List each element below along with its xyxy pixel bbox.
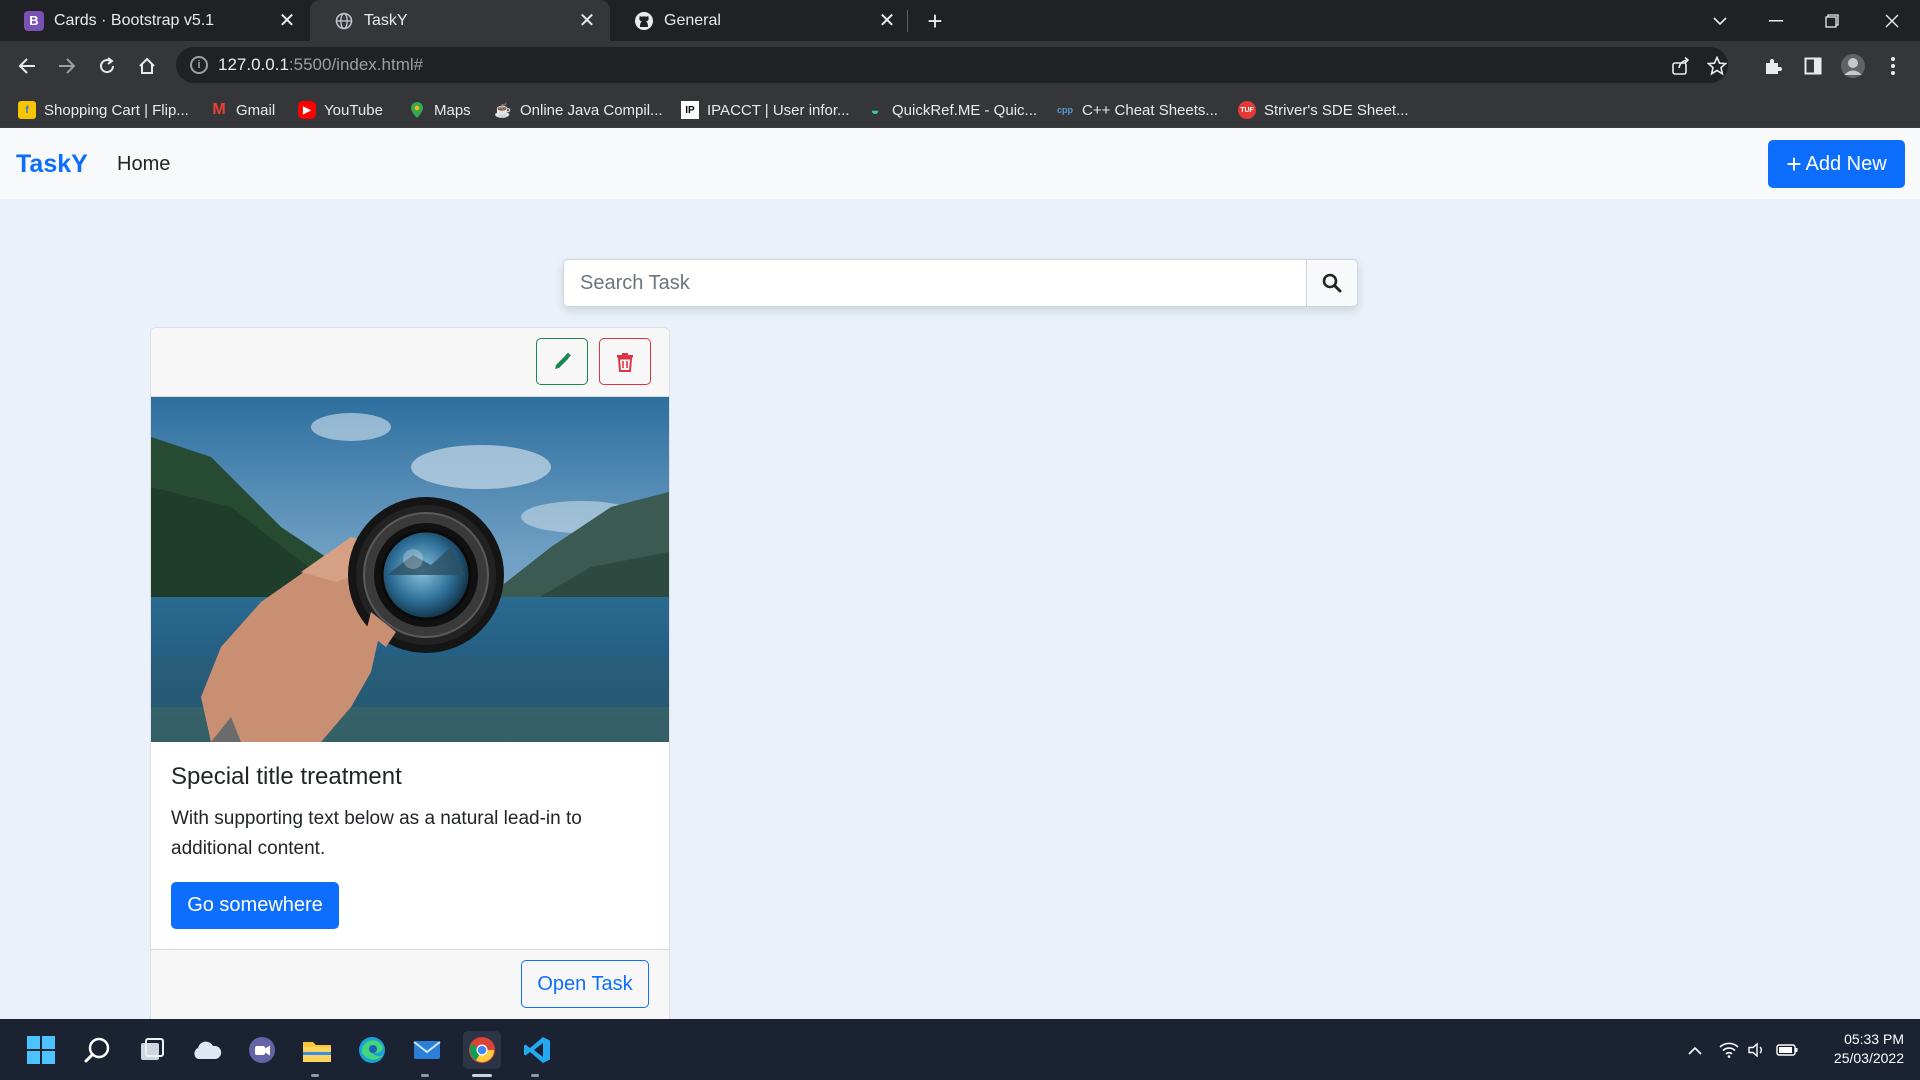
bookmark-flipkart[interactable]: f Shopping Cart | Flip... bbox=[18, 99, 189, 121]
windows-taskbar: 05:33 PM 25/03/2022 bbox=[0, 1019, 1920, 1080]
teams-chat-icon[interactable] bbox=[243, 1031, 281, 1069]
bookmark-ipacct[interactable]: IP IPACCT | User infor... bbox=[681, 99, 850, 121]
trash-icon bbox=[617, 352, 633, 372]
tuf-icon: TUF bbox=[1238, 101, 1256, 119]
reload-icon[interactable] bbox=[90, 49, 124, 83]
vscode-icon[interactable] bbox=[518, 1031, 556, 1069]
card-header bbox=[151, 328, 669, 397]
tab-title: Cards · Bootstrap v5.1 bbox=[54, 11, 215, 29]
tab-title: TaskY bbox=[364, 11, 408, 29]
new-tab-button[interactable]: + bbox=[920, 6, 950, 36]
edit-task-button[interactable] bbox=[536, 338, 588, 385]
app-navbar: TaskY Home + Add New bbox=[0, 128, 1920, 199]
url-text: 127.0.0.1:5500/index.html# bbox=[218, 55, 424, 74]
maps-icon bbox=[408, 101, 426, 119]
quickref-icon: ◒ bbox=[870, 101, 880, 119]
nav-home-link[interactable]: Home bbox=[117, 153, 170, 176]
search-icon bbox=[1322, 273, 1342, 293]
edge-icon[interactable] bbox=[353, 1031, 391, 1069]
open-task-button[interactable]: Open Task bbox=[521, 960, 649, 1008]
bookmark-java-compiler[interactable]: ☕ Online Java Compil... bbox=[494, 99, 662, 121]
close-tab-icon[interactable]: ✕ bbox=[874, 8, 900, 34]
bookmark-striver-sde[interactable]: TUF Striver's SDE Sheet... bbox=[1238, 99, 1409, 121]
bookmark-gmail[interactable]: M Gmail bbox=[210, 99, 275, 121]
task-view-icon[interactable] bbox=[133, 1031, 171, 1069]
tab-title: General bbox=[664, 11, 721, 29]
chrome-menu-icon[interactable] bbox=[1880, 53, 1906, 79]
forward-icon[interactable] bbox=[50, 49, 84, 83]
running-indicator bbox=[421, 1074, 429, 1077]
volume-icon[interactable] bbox=[1746, 1039, 1768, 1061]
pencil-icon bbox=[555, 352, 571, 369]
windows-start-icon[interactable] bbox=[22, 1031, 60, 1069]
chrome-icon[interactable] bbox=[463, 1031, 501, 1069]
close-window-icon[interactable] bbox=[1864, 0, 1920, 41]
extensions-icon[interactable] bbox=[1760, 53, 1786, 79]
tab-bootstrap-cards[interactable]: B Cards · Bootstrap v5.1 ✕ bbox=[0, 0, 310, 41]
page-viewport: TaskY Home + Add New Search Task Special… bbox=[0, 128, 1920, 1019]
clock-time: 05:33 PM bbox=[1844, 1031, 1904, 1047]
youtube-icon: ▶ bbox=[298, 101, 316, 119]
tab-search-chevron-icon[interactable] bbox=[1692, 0, 1748, 41]
profile-avatar[interactable] bbox=[1840, 53, 1866, 79]
search-task-input[interactable] bbox=[564, 260, 1306, 306]
tab-separator bbox=[907, 10, 908, 32]
running-indicator bbox=[311, 1074, 319, 1077]
search-group bbox=[563, 259, 1358, 307]
mail-icon[interactable] bbox=[408, 1031, 446, 1069]
system-clock[interactable]: 05:33 PM 25/03/2022 bbox=[1812, 1030, 1904, 1068]
card-footer: Open Task bbox=[151, 949, 669, 1019]
bookmarks-bar: f Shopping Cart | Flip... M Gmail ▶ YouTube… bbox=[0, 90, 1920, 128]
add-new-button[interactable]: + Add New bbox=[1768, 140, 1905, 188]
ipacct-icon: IP bbox=[681, 101, 699, 119]
onedrive-icon[interactable] bbox=[188, 1031, 226, 1069]
cpp-icon: cpp bbox=[1056, 105, 1073, 115]
back-icon[interactable] bbox=[10, 49, 44, 83]
github-icon bbox=[634, 11, 654, 31]
site-info-icon[interactable]: i bbox=[190, 56, 208, 74]
browser-toolbar: i 127.0.0.1:5500/index.html# bbox=[0, 41, 1920, 90]
bookmark-star-icon[interactable] bbox=[1706, 55, 1728, 77]
gmail-icon: M bbox=[212, 101, 226, 118]
flipkart-icon: f bbox=[18, 101, 36, 119]
card-image bbox=[151, 397, 669, 742]
task-card: Special title treatment With supporting … bbox=[150, 327, 670, 1019]
bookmark-quickref[interactable]: ◒ QuickRef.ME - Quic... bbox=[866, 99, 1037, 121]
brand-logo[interactable]: TaskY bbox=[16, 150, 88, 179]
show-hidden-icons-chevron-icon[interactable] bbox=[1684, 1039, 1706, 1061]
add-new-label: Add New bbox=[1805, 152, 1887, 175]
search-icon[interactable] bbox=[78, 1031, 116, 1069]
go-somewhere-button[interactable]: Go somewhere bbox=[171, 882, 339, 929]
plus-icon: + bbox=[1786, 149, 1802, 179]
running-indicator bbox=[531, 1074, 539, 1077]
address-bar[interactable]: i 127.0.0.1:5500/index.html# bbox=[176, 47, 1728, 83]
java-icon: ☕ bbox=[494, 101, 512, 118]
active-indicator bbox=[472, 1074, 492, 1077]
bookmark-maps[interactable]: Maps bbox=[408, 99, 471, 121]
tab-tasky[interactable]: TaskY ✕ bbox=[310, 0, 610, 41]
camera-lens-landscape-image bbox=[151, 397, 669, 742]
bookmark-cpp-cheatsheets[interactable]: cpp C++ Cheat Sheets... bbox=[1056, 99, 1218, 121]
browser-tab-strip: B Cards · Bootstrap v5.1 ✕ TaskY ✕ Gener… bbox=[0, 0, 1920, 41]
clock-date: 25/03/2022 bbox=[1833, 1050, 1904, 1066]
close-tab-icon[interactable]: ✕ bbox=[274, 8, 300, 34]
home-icon[interactable] bbox=[130, 49, 164, 83]
globe-icon bbox=[334, 11, 354, 31]
tab-general[interactable]: General ✕ bbox=[610, 0, 910, 41]
delete-task-button[interactable] bbox=[599, 338, 651, 385]
battery-icon[interactable] bbox=[1776, 1039, 1798, 1061]
wifi-icon[interactable] bbox=[1718, 1039, 1740, 1061]
restore-window-icon[interactable] bbox=[1804, 0, 1860, 41]
file-explorer-icon[interactable] bbox=[298, 1031, 336, 1069]
card-title: Special title treatment bbox=[171, 763, 402, 790]
card-text: With supporting text below as a natural … bbox=[171, 808, 582, 859]
share-icon[interactable] bbox=[1670, 55, 1692, 77]
close-tab-icon[interactable]: ✕ bbox=[574, 8, 600, 34]
bookmark-youtube[interactable]: ▶ YouTube bbox=[298, 99, 383, 121]
side-panel-icon[interactable] bbox=[1800, 53, 1826, 79]
minimize-window-icon[interactable] bbox=[1748, 0, 1804, 41]
bootstrap-icon: B bbox=[24, 10, 44, 31]
search-button[interactable] bbox=[1306, 260, 1357, 306]
